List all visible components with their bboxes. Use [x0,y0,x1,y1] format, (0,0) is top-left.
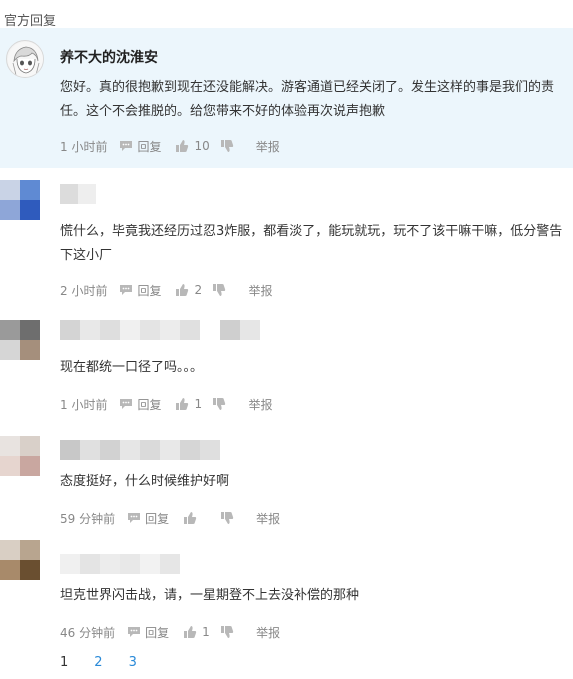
report-button[interactable]: 举报 [248,396,272,413]
page-1-link[interactable]: 1 [60,655,68,670]
page-2-link[interactable]: 2 [94,655,102,670]
official-author-name[interactable]: 养不大的沈淮安 [60,47,158,67]
blurred-avatar[interactable] [0,320,40,360]
thumbs-up-icon[interactable] [175,397,189,411]
official-meta-row: 1 小时前 回复 10 举报 [60,137,280,155]
reply-icon[interactable] [127,626,141,638]
reply-button[interactable]: 回复 [145,624,169,641]
comment-meta-row: 59 分钟前 回复 举报 [60,509,280,527]
blurred-username[interactable] [60,440,220,460]
comment-time: 46 分钟前 [60,625,116,640]
blurred-avatar[interactable] [0,540,40,580]
reply-icon[interactable] [119,284,133,296]
comment-time: 1 小时前 [60,397,108,412]
reply-icon[interactable] [127,512,141,524]
report-button[interactable]: 举报 [256,624,280,641]
reply-icon[interactable] [119,398,133,410]
like-count: 1 [194,397,203,411]
comment-meta-row: 2 小时前 回复 2 举报 [60,281,272,299]
thumbs-up-icon[interactable] [183,625,197,639]
reply-button[interactable]: 回复 [137,396,161,413]
blurred-username[interactable] [60,320,260,340]
blurred-username[interactable] [60,554,180,574]
like-count: 10 [194,139,210,153]
comment-text: 慌什么，毕竟我还经历过忍3炸服，都看淡了，能玩就玩，玩不了该干嘛干嘛，低分警告下… [60,224,563,263]
comment-time: 2 小时前 [60,283,108,298]
page-3-link[interactable]: 3 [129,655,137,670]
official-reply-text: 您好。真的很抱歉到现在还没能解决。游客通道已经关闭了。发生这样的事是我们的责任。… [60,80,555,119]
pagination: 1 2 3 [60,655,163,670]
blurred-username[interactable] [60,184,96,204]
comment-meta-row: 1 小时前 回复 1 举报 [60,395,272,413]
thumbs-down-icon[interactable] [212,397,226,411]
official-reply-label: 官方回复 [4,14,57,29]
thumbs-up-icon[interactable] [175,139,189,153]
blurred-avatar[interactable] [0,180,40,220]
reply-button[interactable]: 回复 [137,282,161,299]
reply-icon[interactable] [119,140,133,152]
comment-text: 态度挺好，什么时候维护好啊 [60,474,230,489]
report-button[interactable]: 举报 [256,138,280,155]
like-count: 1 [202,625,210,639]
comment-time: 1 小时前 [60,139,108,154]
blurred-avatar[interactable] [0,436,40,476]
thumbs-down-icon[interactable] [220,625,234,639]
thumbs-down-icon[interactable] [212,283,226,297]
thumbs-down-icon[interactable] [220,511,234,525]
thumbs-up-icon[interactable] [175,283,189,297]
reply-button[interactable]: 回复 [137,138,161,155]
like-count: 2 [194,283,203,297]
comment-text: 坦克世界闪击战，请，一星期登不上去没补偿的那种 [60,588,360,603]
reply-button[interactable]: 回复 [145,510,169,527]
comment-meta-row: 46 分钟前 回复 1 举报 [60,623,280,641]
thumbs-up-icon[interactable] [183,511,197,525]
official-avatar[interactable] [6,40,44,78]
thumbs-down-icon[interactable] [220,139,234,153]
comment-text: 现在都统一口径了吗。。。 [60,360,204,375]
report-button[interactable]: 举报 [248,282,272,299]
comment-time: 59 分钟前 [60,511,116,526]
report-button[interactable]: 举报 [256,510,280,527]
